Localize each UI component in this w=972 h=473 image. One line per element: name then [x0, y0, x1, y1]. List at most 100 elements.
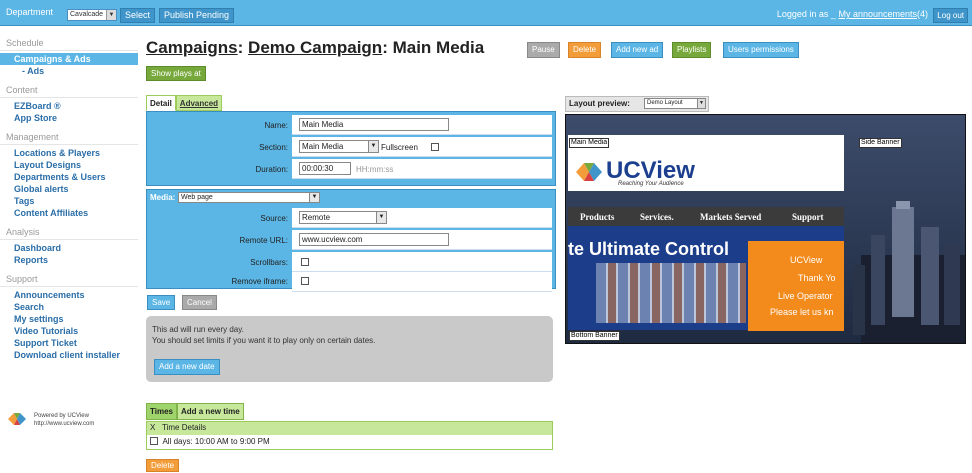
table-row: All days: 10:00 AM to 9:00 PM: [147, 435, 552, 449]
powered-line2: http://www.ucview.com: [34, 421, 95, 427]
delete-time-button[interactable]: Delete: [146, 459, 180, 472]
tab-advanced[interactable]: Advanced: [175, 95, 223, 111]
sidebar-item-content-affiliates[interactable]: Content Affiliates: [0, 207, 138, 219]
powered-line1: Powered by UCView: [34, 413, 89, 419]
section-select[interactable]: Main Media ▼: [299, 140, 379, 153]
ucview-logo-icon: [576, 163, 602, 181]
sidebar-item-tags[interactable]: Tags: [0, 195, 138, 207]
chat-line2: Thank Yo: [798, 273, 836, 283]
sidebar-item-download-installer[interactable]: Download client installer: [0, 349, 138, 361]
chat-line3: Live Operator: [778, 291, 833, 301]
show-plays-button[interactable]: Show plays at: [146, 66, 206, 81]
source-label: Source:: [260, 214, 288, 223]
chevron-down-icon: ▼: [376, 212, 386, 223]
page-title: Campaigns: Demo Campaign: Main Media: [146, 38, 484, 58]
top-bar: Department Cavalcade ▼ Select Publish Pe…: [0, 0, 972, 26]
logout-button[interactable]: Log out: [933, 8, 968, 23]
duration-label: Duration:: [255, 165, 288, 174]
site-hero-thumbnails: [596, 263, 746, 323]
row-time-details: All days: 10:00 AM to 9:00 PM: [162, 437, 270, 446]
cancel-button[interactable]: Cancel: [182, 295, 217, 310]
logged-in-prefix: Logged in as _: [776, 9, 836, 19]
sidebar-item-dashboard[interactable]: Dashboard: [0, 242, 138, 254]
site-nav-services: Services.: [640, 212, 674, 222]
powered-by: Powered by UCView http://www.ucview.com: [6, 410, 136, 434]
fullscreen-checkbox[interactable]: [431, 143, 439, 151]
remove-iframe-checkbox[interactable]: [301, 277, 309, 285]
my-announcements-link[interactable]: My announcements: [838, 9, 917, 19]
breadcrumb-separator: :: [382, 38, 388, 57]
name-label: Name:: [264, 121, 288, 130]
sidebar-section-support: Support: [0, 270, 138, 287]
save-button[interactable]: Save: [147, 295, 176, 310]
sidebar-item-search[interactable]: Search: [0, 301, 138, 313]
remote-url-label: Remote URL:: [239, 236, 288, 245]
breadcrumb-separator: :: [237, 38, 244, 57]
sidebar-item-announcements[interactable]: Announcements: [0, 289, 138, 301]
sidebar-item-ads[interactable]: - Ads: [0, 65, 138, 77]
add-new-date-button[interactable]: Add a new date: [154, 359, 220, 375]
scrollbars-label: Scrollbars:: [250, 258, 288, 267]
sidebar-section-content: Content: [0, 81, 138, 98]
remote-url-input[interactable]: www.ucview.com: [299, 233, 449, 246]
chat-line4: Please let us kn: [770, 307, 834, 317]
section-label: Section:: [259, 143, 288, 152]
sidebar-item-campaigns[interactable]: Campaigns & Ads: [0, 53, 138, 65]
site-nav-support: Support: [792, 212, 824, 222]
pause-button[interactable]: Pause: [527, 42, 560, 58]
announcements-count: (4): [917, 9, 928, 19]
select-button[interactable]: Select: [120, 8, 156, 23]
zone-label-bottom-banner: Bottom Banner: [569, 331, 620, 341]
publish-pending-button[interactable]: Publish Pending: [159, 8, 235, 23]
breadcrumb-demo-campaign[interactable]: Demo Campaign: [248, 38, 382, 57]
media-select-value: Web page: [181, 194, 213, 201]
sidebar-item-support-ticket[interactable]: Support Ticket: [0, 337, 138, 349]
ucview-logo-icon: [8, 413, 26, 425]
sidebar-item-ezboard[interactable]: EZBoard ®: [0, 100, 138, 112]
detail-tabs: Detail Advanced: [146, 95, 223, 111]
col-x: X: [150, 423, 156, 432]
media-select[interactable]: Web page ▼: [178, 192, 320, 203]
date-notice: This ad will run every day. You should s…: [146, 316, 553, 382]
site-tagline: Reaching Your Audience: [618, 181, 684, 187]
sidebar-item-video-tutorials[interactable]: Video Tutorials: [0, 325, 138, 337]
breadcrumb-campaigns[interactable]: Campaigns: [146, 38, 238, 57]
scrollbars-checkbox[interactable]: [301, 258, 309, 266]
source-select-value: Remote: [302, 213, 331, 222]
department-select[interactable]: Cavalcade ▼: [67, 9, 117, 21]
sidebar-item-global-alerts[interactable]: Global alerts: [0, 183, 138, 195]
layout-preview: UCView Reaching Your Audience Products S…: [565, 114, 966, 344]
row-checkbox[interactable]: [150, 437, 158, 445]
sidebar-item-my-settings[interactable]: My settings: [0, 313, 138, 325]
name-input[interactable]: Main Media: [299, 118, 449, 131]
remove-iframe-label: Remove iframe:: [231, 277, 288, 286]
layout-preview-select[interactable]: Demo Layout ▼: [644, 98, 706, 109]
duration-input[interactable]: 00:00:30: [299, 162, 351, 175]
site-nav-markets: Markets Served: [700, 212, 762, 222]
sidebar-item-departments[interactable]: Departments & Users: [0, 171, 138, 183]
sidebar-section-schedule: Schedule: [0, 34, 138, 51]
sidebar-item-locations[interactable]: Locations & Players: [0, 147, 138, 159]
sidebar-item-layout-designs[interactable]: Layout Designs: [0, 159, 138, 171]
notice-line1: This ad will run every day.: [152, 325, 244, 334]
tab-add-new-time[interactable]: Add a new time: [176, 403, 244, 420]
delete-button[interactable]: Delete: [568, 42, 602, 58]
users-permissions-button[interactable]: Users permissions: [723, 42, 799, 58]
layout-preview-select-value: Demo Layout: [647, 100, 683, 106]
zone-label-side-banner: Side Banner: [859, 138, 902, 148]
sidebar: Schedule Campaigns & Ads - Ads Content E…: [0, 34, 138, 361]
sidebar-item-app-store[interactable]: App Store: [0, 112, 138, 124]
source-select[interactable]: Remote ▼: [299, 211, 387, 224]
add-new-ad-button[interactable]: Add new ad: [611, 42, 664, 58]
layout-preview-label: Layout preview:: [569, 99, 630, 108]
tab-detail[interactable]: Detail: [146, 95, 176, 111]
playlists-button[interactable]: Playlists: [672, 42, 712, 58]
chevron-down-icon: ▼: [368, 141, 378, 152]
sidebar-item-reports[interactable]: Reports: [0, 254, 138, 266]
duration-hint: HH:mm:ss: [356, 165, 394, 174]
chat-line1: UCView: [790, 255, 823, 265]
sidebar-section-management: Management: [0, 128, 138, 145]
fullscreen-label: Fullscreen: [381, 143, 418, 152]
tab-times[interactable]: Times: [146, 403, 177, 420]
layout-preview-header: Layout preview: Demo Layout ▼: [565, 96, 709, 112]
